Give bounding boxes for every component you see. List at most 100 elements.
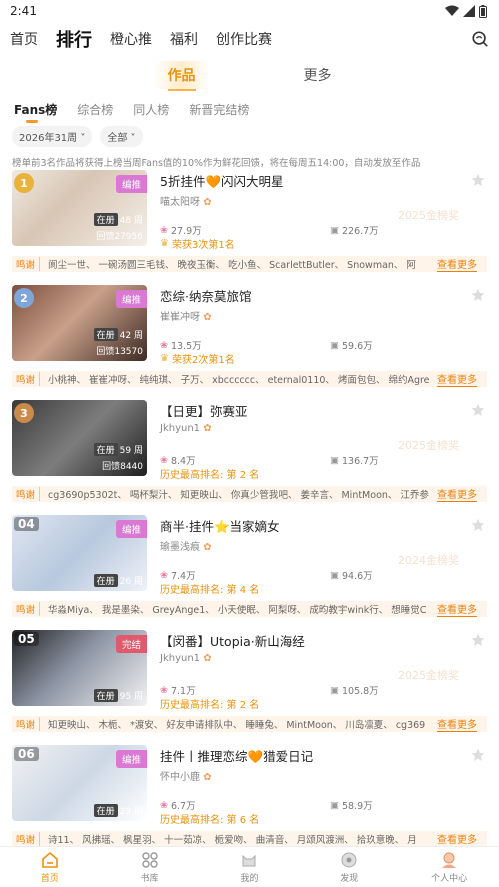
status-bar: 2:41 — [0, 0, 499, 22]
work-title[interactable]: 挂件丨推理恋综🧡猎爱日记 — [160, 746, 313, 765]
list-item[interactable]: 05 完结 在册 95 周 【闵番】Utopia·新山海经 Jkhyun1 ✿ … — [0, 627, 499, 742]
bottom-nav-library-label: 书库 — [140, 874, 159, 884]
bottom-nav-library[interactable]: 书库 — [120, 850, 180, 884]
author-name: 崔崔冲呀 — [160, 312, 200, 323]
rank-medal-icon: 2 — [14, 288, 34, 308]
collect-metric: ▣ 58.9万 — [330, 798, 373, 813]
honor-value: 历史最高排名: 第 4 名 — [160, 585, 260, 596]
view-more-link[interactable]: 查看更多 — [437, 256, 477, 272]
bottom-nav-home[interactable]: 首页 — [20, 850, 80, 884]
battery-icon — [479, 4, 487, 18]
star-icon[interactable] — [471, 173, 485, 187]
collect-metric: ▣ 59.6万 — [330, 338, 373, 353]
collect-icon: ▣ — [330, 799, 339, 811]
tab-fanfic-rank[interactable]: 同人榜 — [133, 101, 169, 118]
work-cover[interactable]: 1 编推 在册 48 周 回馈27956 — [12, 170, 147, 246]
work-author[interactable]: 崔崔冲呀 ✿ — [160, 308, 212, 323]
fans-value: 27.9万 — [170, 226, 202, 237]
list-item[interactable]: 3 在册 59 周 回馈8440 【日更】弥赛亚 Jkhyun1 ✿ 2025金… — [0, 397, 499, 512]
thanks-bar: 鸣谢 知更映山、 木栀、 *渡安、 好友申请排队中、 睡睡兔、 MintMoon… — [12, 716, 487, 732]
view-more-link[interactable]: 查看更多 — [437, 486, 477, 502]
fans-value: 6.7万 — [170, 801, 196, 812]
thanks-bar: 鸣谢 cg3690p5302t、 喝杯梨汁、 知更映山、 你真少管我吧、 姜辛言… — [12, 486, 487, 502]
collect-metric: ▣ 105.8万 — [330, 683, 379, 698]
work-title[interactable]: 商半·挂件⭐当家嫡女 — [160, 516, 280, 535]
view-more-link[interactable]: 查看更多 — [437, 371, 477, 387]
nav-recommend[interactable]: 橙心推 — [110, 29, 152, 49]
status-time: 2:41 — [10, 4, 37, 18]
bottom-nav-profile[interactable]: 个人中心 — [419, 850, 479, 884]
nav-home[interactable]: 首页 — [10, 29, 38, 49]
sprout-icon: ✿ — [203, 653, 212, 664]
sprout-icon: ✿ — [203, 197, 212, 208]
list-item[interactable]: 2 编推 在册 42 周 回馈13570 恋综·纳奈莫旅馆 崔崔冲呀 ✿ ❀ 13… — [0, 282, 499, 397]
shelf-status: 在册 — [93, 804, 118, 817]
discover-icon — [341, 852, 357, 868]
period-filter[interactable]: 2026年31周 ˅ — [12, 126, 93, 147]
thanks-label: 鸣谢 — [12, 832, 41, 846]
search-icon[interactable] — [471, 30, 489, 48]
honor-value: 历史最高排名: 第 2 名 — [160, 700, 260, 711]
work-title[interactable]: 【日更】弥赛亚 — [160, 401, 248, 420]
tab-works[interactable]: 作品 — [153, 61, 210, 91]
star-icon[interactable] — [471, 633, 485, 647]
nav-contest[interactable]: 创作比赛 — [216, 29, 272, 49]
work-title[interactable]: 恋综·纳奈莫旅馆 — [160, 286, 251, 305]
work-cover[interactable]: 06 编推 在册 29 周 — [12, 745, 147, 821]
work-cover[interactable]: 04 编推 在册 26 周 — [12, 515, 147, 591]
sprout-icon: ✿ — [203, 423, 212, 434]
bottom-nav-discover[interactable]: 发现 — [319, 850, 379, 884]
work-author[interactable]: Jkhyun1 ✿ — [160, 423, 212, 434]
author-name: Jkhyun1 — [160, 653, 201, 664]
list-item[interactable]: 04 编推 在册 26 周 商半·挂件⭐当家嫡女 瑜墨浅痕 ✿ 2024金榜奖 … — [0, 512, 499, 627]
cat-icon — [242, 854, 256, 867]
scope-label: 全部 — [107, 133, 128, 144]
rank-medal-icon: 3 — [14, 403, 34, 423]
bottom-nav-home-label: 首页 — [40, 874, 59, 884]
tab-more[interactable]: 更多 — [290, 61, 346, 89]
tab-fans-rank[interactable]: Fans榜 — [14, 101, 57, 123]
work-cover[interactable]: 05 完结 在册 95 周 — [12, 630, 147, 706]
star-icon[interactable] — [471, 518, 485, 532]
thanks-label: 鸣谢 — [12, 717, 41, 731]
signal-icon — [463, 5, 475, 17]
list-item[interactable]: 1 编推 在册 48 周 回馈27956 5折挂件🧡闪闪大明星 喵太阳呀 ✿ 2… — [0, 167, 499, 282]
author-name: 喵太阳呀 — [160, 197, 200, 208]
work-cover[interactable]: 3 在册 59 周 回馈8440 — [12, 400, 147, 476]
star-icon[interactable] — [471, 288, 485, 302]
star-icon[interactable] — [471, 403, 485, 417]
rank-number: 1 — [20, 176, 28, 190]
work-author[interactable]: Jkhyun1 ✿ — [160, 653, 212, 664]
tab-new-complete-rank[interactable]: 新晋完结榜 — [189, 101, 249, 118]
rank-medal-icon: 1 — [14, 173, 34, 193]
thanks-label: 鸣谢 — [12, 372, 41, 386]
rank-number: 2 — [20, 291, 28, 305]
sprout-icon: ✿ — [203, 312, 212, 323]
honor-value: 历史最高排名: 第 2 名 — [160, 470, 260, 481]
nav-welfare[interactable]: 福利 — [170, 29, 198, 49]
list-item[interactable]: 06 编推 在册 29 周 挂件丨推理恋综🧡猎爱日记 怀中小鹿 ✿ ❀ 6.7万 … — [0, 742, 499, 857]
view-more-link[interactable]: 查看更多 — [437, 601, 477, 617]
award-watermark: 2025金榜奖 — [398, 669, 459, 682]
honor-value: 荣获3次第1名 — [171, 240, 235, 251]
scope-filter[interactable]: 全部 ˅ — [100, 126, 143, 147]
rank-number: 06 — [14, 747, 39, 761]
shelf-status: 在册 — [93, 328, 118, 341]
work-cover[interactable]: 2 编推 在册 42 周 回馈13570 — [12, 285, 147, 361]
view-more-link[interactable]: 查看更多 — [437, 716, 477, 732]
work-title[interactable]: 5折挂件🧡闪闪大明星 — [160, 171, 284, 190]
tab-overall-rank[interactable]: 综合榜 — [77, 101, 113, 118]
work-author[interactable]: 怀中小鹿 ✿ — [160, 768, 212, 783]
work-title[interactable]: 【闵番】Utopia·新山海经 — [160, 631, 305, 650]
work-author[interactable]: 瑜墨浅痕 ✿ — [160, 538, 212, 553]
star-icon[interactable] — [471, 748, 485, 762]
nav-ranking[interactable]: 排行 — [56, 26, 92, 52]
notice-text: 榜单前3名作品将获得上榜当周Fans值的10%作为鲜花回馈，将在每周五14:00… — [12, 158, 421, 169]
shelf-status: 在册 — [93, 213, 118, 226]
returns-value: 回馈8440 — [102, 462, 143, 472]
view-more-link[interactable]: 查看更多 — [437, 831, 477, 847]
bottom-nav-mine[interactable]: 我的 — [219, 850, 279, 884]
thanks-bar: 鸣谢 阆尘一世、 一碗汤圆三毛钱、 晚夜玉衡、 吃小鱼、 ScarlettBut… — [12, 256, 487, 272]
work-author[interactable]: 喵太阳呀 ✿ — [160, 193, 212, 208]
shelf-info: 在册 95 周 — [93, 689, 143, 702]
